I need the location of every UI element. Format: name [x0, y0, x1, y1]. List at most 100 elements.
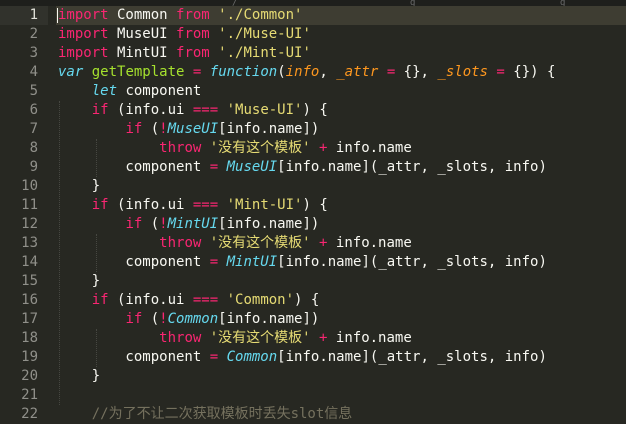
code-token: !	[159, 311, 168, 327]
code-line[interactable]: var getTemplate = function(info, _attr =…	[58, 63, 555, 82]
code-line[interactable]: //为了不让二次获取模板时丢失slot信息	[58, 405, 555, 424]
code-token: MuseUI	[226, 159, 278, 175]
code-token: component	[58, 159, 210, 175]
code-token: from	[176, 45, 210, 61]
code-line[interactable]: component = Common[info.name](_attr, _sl…	[58, 348, 555, 367]
code-token: let	[91, 83, 118, 99]
code-token: if	[125, 311, 143, 327]
code-token: './Mint-UI'	[218, 45, 311, 61]
code-token: (info.ui	[108, 197, 193, 213]
code-token: import	[58, 45, 109, 61]
code-line[interactable]: if (!MuseUI[info.name])	[58, 120, 555, 139]
code-token: component	[117, 83, 202, 99]
code-token: MuseUI	[108, 26, 177, 42]
code-token: (info.ui	[108, 292, 193, 308]
code-token: MintUI	[167, 216, 219, 232]
code-token: ) {	[302, 197, 328, 213]
code-token: 'Mint-UI'	[226, 197, 303, 213]
code-token: [info.name])	[218, 311, 320, 327]
code-token: =	[386, 64, 396, 80]
line-number: 13	[21, 235, 38, 251]
code-token: throw	[159, 235, 202, 251]
code-token: ===	[192, 197, 219, 213]
code-token: =	[496, 64, 505, 80]
code-line[interactable]	[58, 386, 555, 405]
line-number: 8	[29, 140, 38, 156]
line-number: 11	[21, 197, 38, 213]
code-token: './Common'	[218, 7, 303, 23]
code-token: Common	[108, 7, 177, 23]
line-number: 12	[21, 216, 38, 232]
line-number: 3	[29, 45, 38, 61]
code-line[interactable]: throw '没有这个模板' + info.name	[58, 139, 555, 158]
code-token: if	[91, 292, 109, 308]
code-line[interactable]: import MuseUI from './Muse-UI'	[58, 25, 555, 44]
code-token: '没有这个模板'	[209, 330, 311, 346]
code-line[interactable]: component = MuseUI[info.name](_attr, _sl…	[58, 158, 555, 177]
code-token: [info.name](_attr, _slots, info)	[277, 254, 547, 270]
code-line[interactable]: if (!MintUI[info.name])	[58, 215, 555, 234]
line-number: 17	[21, 311, 38, 327]
code-editor[interactable]: / g g 1 2 3 4 5 6 7 8 9 10 11 12 13 14 15 16 17 18 19 20 21 2…	[0, 0, 626, 424]
line-number: 4	[29, 64, 38, 80]
code-line[interactable]: throw '没有这个模板' + info.name	[58, 234, 555, 253]
code-line[interactable]: if (info.ui === 'Mint-UI') {	[58, 196, 555, 215]
code-token: (	[142, 216, 160, 232]
line-number: 6	[29, 102, 38, 118]
code-token: 'Muse-UI'	[226, 102, 303, 118]
code-token: if	[125, 121, 143, 137]
code-token: component	[58, 349, 210, 365]
code-token: ===	[192, 102, 219, 118]
code-token: =	[209, 254, 219, 270]
code-line[interactable]: if (info.ui === 'Common') {	[58, 291, 555, 310]
line-number: 15	[21, 273, 38, 289]
code-token: throw	[159, 140, 202, 156]
code-token: _slots	[437, 64, 488, 80]
code-token: {},	[395, 64, 438, 80]
code-token: MintUI	[226, 254, 278, 270]
line-number: 7	[29, 121, 38, 137]
code-token: info.name	[327, 330, 412, 346]
code-token: ===	[192, 292, 219, 308]
code-line[interactable]: import Common from './Common'	[58, 6, 555, 25]
line-number: 9	[29, 159, 38, 175]
code-line[interactable]: }	[58, 177, 555, 196]
code-line[interactable]: component = MintUI[info.name](_attr, _sl…	[58, 253, 555, 272]
code-line[interactable]: throw '没有这个模板' + info.name	[58, 329, 555, 348]
code-area[interactable]: import Common from './Common' import Muse…	[58, 6, 555, 424]
line-number: 10	[21, 178, 38, 194]
code-token: {}) {	[504, 64, 556, 80]
code-token: info.name	[327, 235, 412, 251]
code-line[interactable]: }	[58, 367, 555, 386]
code-line[interactable]: let component	[58, 82, 555, 101]
code-line[interactable]: if (!Common[info.name])	[58, 310, 555, 329]
code-token: }	[58, 273, 101, 289]
line-number: 1	[29, 7, 38, 23]
code-token: !	[159, 216, 168, 232]
line-number: 5	[29, 83, 38, 99]
code-line[interactable]: import MintUI from './Mint-UI'	[58, 44, 555, 63]
code-line[interactable]: }	[58, 272, 555, 291]
code-token: info	[285, 64, 320, 80]
code-token: [info.name])	[218, 216, 320, 232]
code-line[interactable]: if (info.ui === 'Muse-UI') {	[58, 101, 555, 120]
